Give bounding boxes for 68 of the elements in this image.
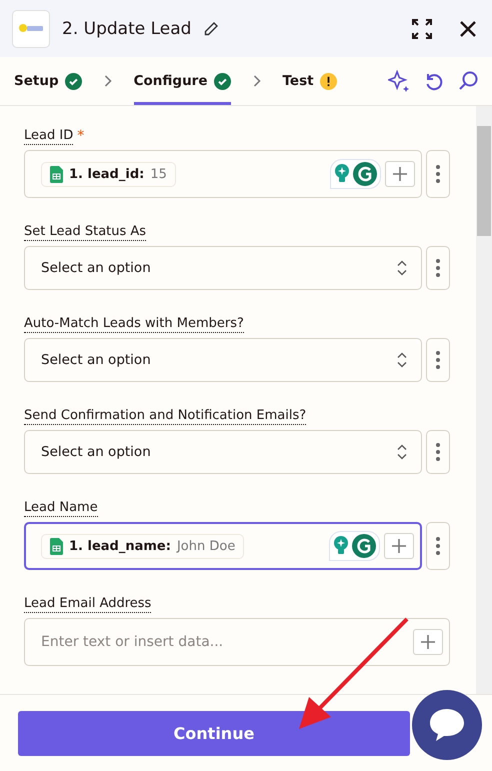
- token-field[interactable]: 1. lead_name: John Doe: [24, 522, 422, 570]
- search-icon: [458, 71, 478, 91]
- field-label: Lead Email Address: [24, 596, 152, 613]
- spreadsheet-icon: [50, 166, 63, 182]
- chevron-icon: [252, 75, 260, 87]
- assistant-widget[interactable]: [329, 531, 380, 561]
- field-label: Set Lead Status As: [24, 224, 146, 241]
- assistant-widget[interactable]: [330, 159, 381, 189]
- continue-button[interactable]: Continue: [18, 710, 410, 756]
- plus-icon: [421, 635, 435, 649]
- check-icon: [64, 72, 82, 90]
- select-field[interactable]: Select an option: [24, 430, 422, 474]
- expand-icon: [412, 18, 432, 38]
- undo-icon: [424, 71, 444, 91]
- insert-data-button[interactable]: [384, 533, 414, 559]
- spreadsheet-icon: [50, 538, 63, 554]
- bulb-icon: [334, 164, 350, 184]
- window-title: 2. Update Lead: [62, 18, 192, 38]
- token-field[interactable]: 1. lead_id: 15: [24, 150, 422, 198]
- more-button[interactable]: [426, 246, 450, 290]
- plus-icon: [393, 167, 407, 181]
- sort-icon: [397, 352, 407, 368]
- step-tab[interactable]: Setup: [14, 57, 82, 105]
- more-icon: [436, 351, 440, 369]
- field-label: Auto-Match Leads with Members?: [24, 316, 244, 333]
- select-field[interactable]: Select an option: [24, 246, 422, 290]
- close-icon: [460, 20, 476, 36]
- sparkle-icon: [388, 70, 410, 92]
- check-icon: [214, 72, 230, 90]
- chat-icon: [428, 707, 466, 743]
- sort-icon: [397, 260, 407, 276]
- required-mark: *: [77, 128, 84, 145]
- more-icon: [436, 165, 440, 183]
- more-icon: [436, 537, 440, 555]
- g-logo-icon: [353, 162, 377, 186]
- more-icon: [436, 259, 440, 277]
- select-value: Select an option: [41, 260, 151, 276]
- insert-data-button[interactable]: [385, 161, 415, 187]
- select-field[interactable]: Select an option: [24, 338, 422, 382]
- step-tab[interactable]: Configure: [134, 57, 230, 105]
- chevron-icon: [104, 75, 112, 87]
- data-token[interactable]: 1. lead_name: John Doe: [41, 534, 244, 558]
- close-button[interactable]: [460, 20, 476, 36]
- field-label: Lead Name: [24, 500, 98, 517]
- text-field[interactable]: Enter text or insert data...: [24, 618, 450, 666]
- expand-button[interactable]: [412, 18, 432, 38]
- pencil-icon: [203, 20, 220, 36]
- insert-data-button[interactable]: [413, 629, 443, 655]
- field-label: Lead ID: [24, 128, 74, 145]
- more-button[interactable]: [426, 430, 450, 474]
- text-input[interactable]: Enter text or insert data...: [41, 634, 413, 650]
- warning-icon: [320, 72, 337, 90]
- edit-button[interactable]: [203, 20, 220, 36]
- data-token[interactable]: 1. lead_id: 15: [41, 162, 176, 186]
- more-button[interactable]: [426, 150, 450, 198]
- select-value: Select an option: [41, 444, 151, 460]
- select-value: Select an option: [41, 352, 151, 368]
- more-icon: [436, 443, 440, 461]
- bulb-icon: [333, 536, 349, 556]
- more-button[interactable]: [426, 522, 450, 570]
- step-tab[interactable]: Test: [282, 57, 337, 105]
- sort-icon: [397, 444, 407, 460]
- scrollbar[interactable]: [476, 106, 492, 694]
- more-button[interactable]: [426, 338, 450, 382]
- plus-icon: [392, 539, 406, 553]
- g-logo-icon: [352, 534, 376, 558]
- app-logo: [12, 10, 50, 48]
- field-label: Send Confirmation and Notification Emails?: [24, 408, 306, 425]
